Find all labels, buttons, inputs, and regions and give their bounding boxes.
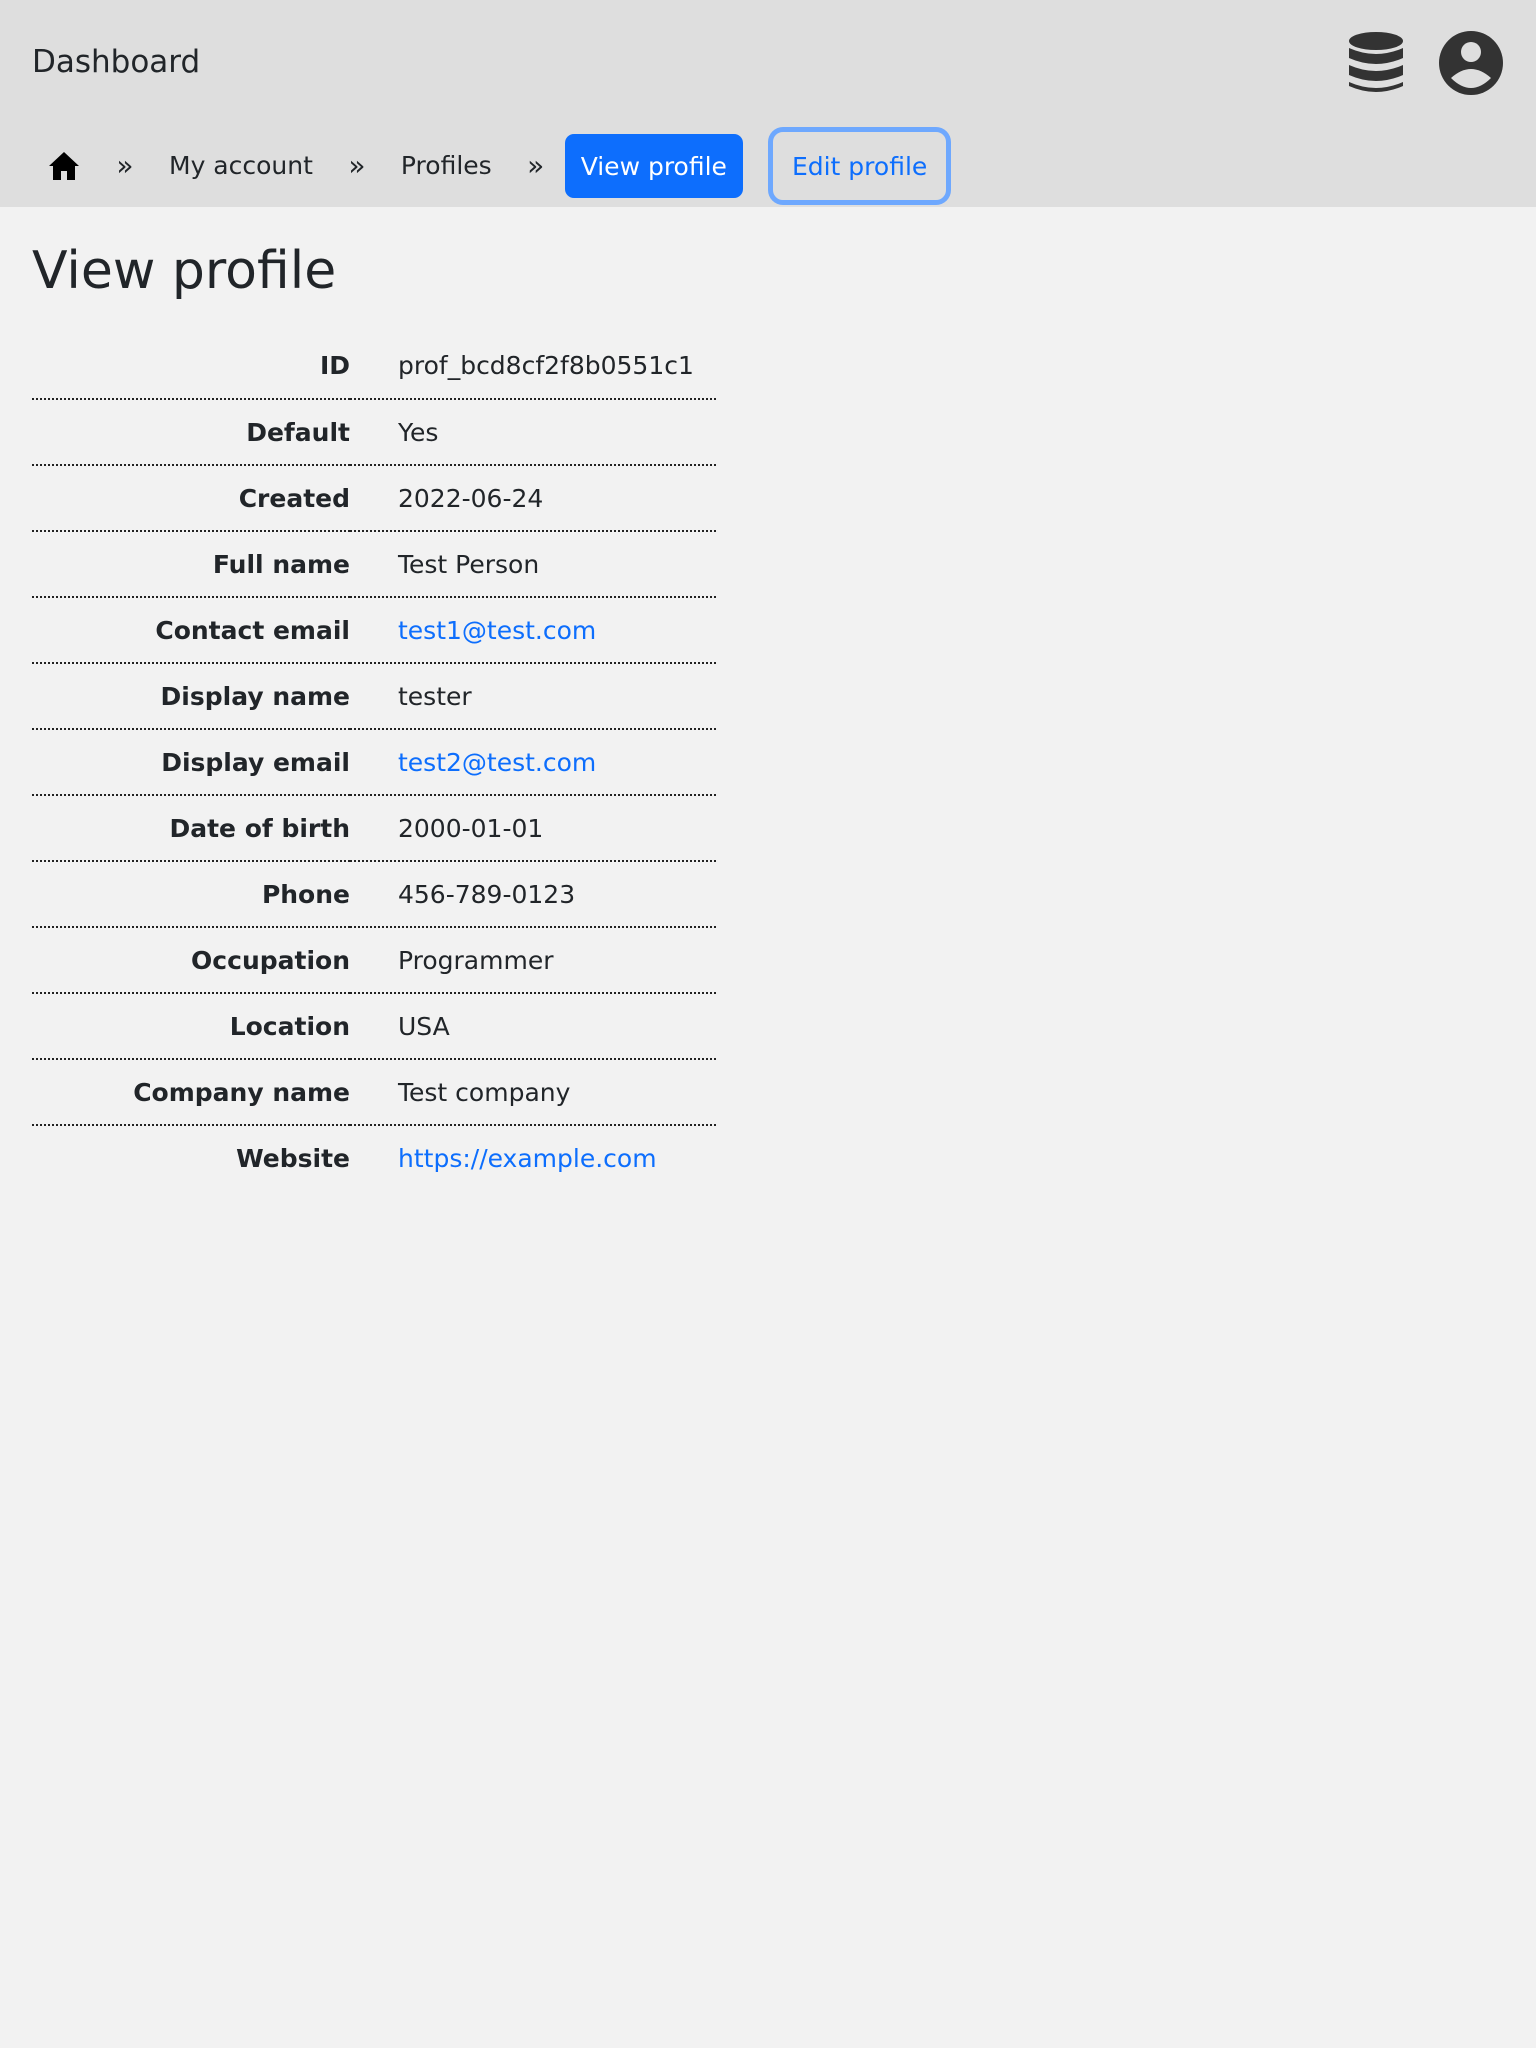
display-email-link[interactable]: test2@test.com — [398, 748, 596, 777]
profile-row-id: ID prof_bcd8cf2f8b0551c1 — [32, 333, 716, 399]
profile-row-default: Default Yes — [32, 398, 716, 465]
breadcrumb-separator: » — [527, 149, 545, 182]
profile-details-table: ID prof_bcd8cf2f8b0551c1 Default Yes Cre… — [32, 333, 716, 1191]
profile-row-company-name: Company name Test company — [32, 1058, 716, 1125]
page-title: View profile — [32, 241, 337, 301]
home-icon[interactable] — [32, 134, 96, 198]
profile-value: 2000-01-01 — [350, 794, 716, 861]
profile-label: Company name — [32, 1058, 350, 1125]
breadcrumb-separator: » — [348, 149, 366, 182]
breadcrumb-profiles[interactable]: Profiles — [386, 146, 507, 186]
profile-label: Display email — [32, 728, 350, 795]
breadcrumb-separator: » — [116, 149, 134, 182]
profile-value: Programmer — [350, 926, 716, 993]
profile-row-created: Created 2022-06-24 — [32, 464, 716, 531]
profile-label: ID — [319, 351, 350, 380]
profile-row-full-name: Full name Test Person — [32, 530, 716, 597]
profile-value: Test company — [350, 1058, 716, 1125]
profile-value: tester — [350, 662, 716, 729]
profile-label: Website — [32, 1124, 350, 1191]
edit-profile-button[interactable]: Edit profile — [770, 130, 949, 202]
profile-label: Display name — [32, 662, 350, 729]
brand-link[interactable]: Dashboard — [32, 42, 200, 82]
profile-row-website: Website https://example.com — [32, 1124, 716, 1191]
contact-email-link[interactable]: test1@test.com — [398, 616, 596, 645]
profile-row-display-email: Display email test2@test.com — [32, 728, 716, 795]
profile-label: Location — [32, 992, 350, 1059]
profile-row-display-name: Display name tester — [32, 662, 716, 729]
profile-row-contact-email: Contact email test1@test.com — [32, 596, 716, 663]
breadcrumb: » My account » Profiles » View profile E… — [32, 130, 949, 202]
profile-row-location: Location USA — [32, 992, 716, 1059]
profile-row-occupation: Occupation Programmer — [32, 926, 716, 993]
website-link[interactable]: https://example.com — [398, 1144, 657, 1173]
profile-label: Created — [32, 464, 350, 531]
profile-label: Full name — [32, 530, 350, 597]
database-icon[interactable] — [1343, 30, 1409, 96]
profile-label: Phone — [32, 860, 350, 927]
profile-row-date-of-birth: Date of birth 2000-01-01 — [32, 794, 716, 861]
profile-row-phone: Phone 456-789-0123 — [32, 860, 716, 927]
profile-label: Date of birth — [32, 794, 350, 861]
profile-value: prof_bcd8cf2f8b0551c1 — [398, 351, 694, 380]
profile-value: 2022-06-24 — [350, 464, 716, 531]
profile-value: Yes — [350, 398, 716, 465]
breadcrumb-my-account[interactable]: My account — [154, 146, 328, 186]
profile-label: Occupation — [32, 926, 350, 993]
profile-value: Test Person — [350, 530, 716, 597]
user-account-icon[interactable] — [1438, 30, 1504, 96]
profile-label: Default — [32, 398, 350, 465]
profile-label: Contact email — [32, 596, 350, 663]
top-header: Dashboard » My account » Profiles » View… — [0, 0, 1536, 207]
profile-value: 456-789-0123 — [350, 860, 716, 927]
profile-value: USA — [350, 992, 716, 1059]
view-profile-button[interactable]: View profile — [564, 134, 743, 198]
